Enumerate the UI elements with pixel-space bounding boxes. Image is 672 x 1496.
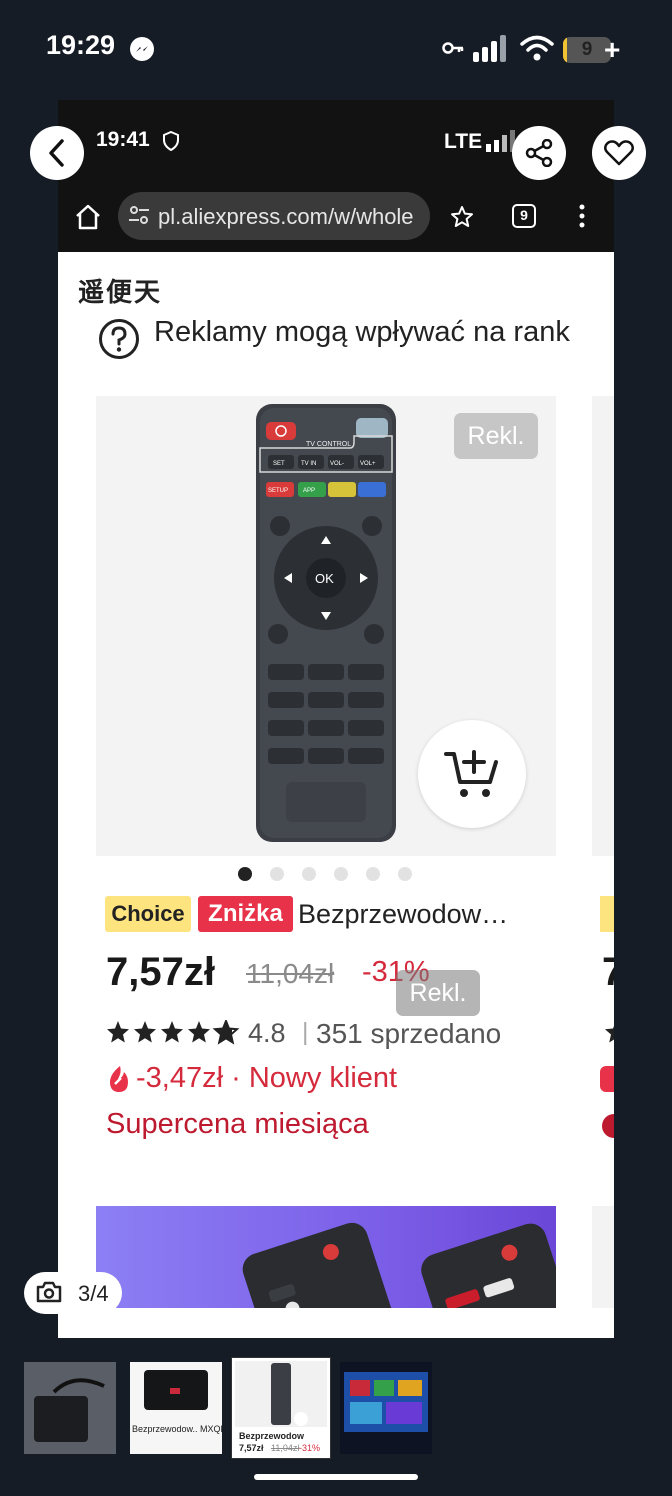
tabs-count-icon[interactable]: 9	[512, 204, 536, 228]
home-gesture-bar	[254, 1474, 418, 1480]
remote-setup-label: SETUP	[268, 488, 288, 494]
tv-box-listing	[144, 1370, 208, 1410]
next-product-image[interactable]	[96, 1206, 556, 1308]
remote-volplus-label: VOL+	[360, 461, 376, 467]
rating-separator: |	[302, 1018, 309, 1046]
new-customer-coupon: -3,47zł · Nowy klient	[136, 1062, 398, 1094]
original-price: 11,04zł	[246, 958, 335, 989]
url-text: pl.aliexpress.com/w/whole	[158, 204, 414, 229]
remote-control-image: TV CONTROL SET TV IN VOL- VOL+ SETUP APP	[256, 404, 396, 842]
next-product-image[interactable]	[592, 396, 614, 856]
thumbnail-1[interactable]	[24, 1362, 116, 1454]
search-results: Reklamy mogą wpływać na rank TV CONTROL …	[58, 252, 614, 1338]
camera-icon	[36, 1281, 62, 1303]
remote-tv-control-label: TV CONTROL	[306, 441, 351, 448]
share-button[interactable]	[512, 126, 566, 180]
carousel-dot[interactable]	[238, 867, 252, 881]
thumbnail-2[interactable]: Bezprzewodow.. MXQPRO 4K...	[130, 1362, 222, 1454]
ad-badge: Rekl.	[396, 970, 480, 1016]
product-screenshot: 19:41 LTE pl.aliexpress.com/w/whole 9 Re…	[58, 100, 614, 1338]
cart-plus-icon	[444, 750, 498, 797]
signal-icon	[473, 35, 506, 62]
carousel-dot[interactable]	[270, 867, 284, 881]
favorite-button[interactable]	[592, 126, 646, 180]
thumbnail-3-discount: -31%	[299, 1443, 321, 1453]
inner-status-time: 19:41	[96, 128, 150, 151]
next-product-badge	[600, 896, 614, 932]
address-bar[interactable]: pl.aliexpress.com/w/whole	[118, 192, 430, 240]
image-counter: 3/4	[24, 1272, 122, 1314]
ad-badge: Rekl.	[454, 413, 538, 459]
sold-count: 351 sprzedano	[316, 1018, 502, 1049]
image-counter-text: 3/4	[78, 1281, 109, 1306]
messenger-icon	[130, 37, 154, 61]
product-title[interactable]: Bezprzewodow…	[298, 896, 508, 932]
shield-icon	[163, 131, 179, 151]
remote-ok-label: OK	[315, 571, 334, 586]
tv-box-photo	[24, 1362, 116, 1454]
back-button[interactable]	[30, 126, 84, 180]
thumbnail-4[interactable]	[340, 1362, 432, 1454]
image-carousel-dots	[238, 867, 418, 883]
help-icon[interactable]	[98, 318, 140, 360]
home-icon[interactable]	[74, 204, 102, 230]
inner-network-type: LTE	[444, 130, 483, 153]
rating-stars-icon	[107, 1020, 238, 1044]
wifi-icon	[520, 35, 554, 61]
thumbnail-3-old-price: 11,04zł	[271, 1443, 300, 1453]
carousel-dot[interactable]	[398, 867, 412, 881]
remote-tvin-label: TV IN	[301, 461, 316, 467]
tv-screen-photo	[340, 1362, 432, 1454]
remote-volminus-label: VOL-	[330, 461, 344, 467]
charging-icon: +	[604, 34, 621, 65]
monthly-deal-label: Supercena miesiąca	[106, 1108, 369, 1140]
thumbnail-3[interactable]: Bezprzewodow 7,57zł 11,04zł -31%	[231, 1357, 331, 1459]
product-price: 7,57zł	[106, 950, 215, 994]
remote-set-label: SET	[273, 461, 285, 467]
add-to-cart-button[interactable]	[418, 720, 526, 828]
carousel-dot[interactable]	[366, 867, 380, 881]
coupon-flame-icon	[110, 1066, 128, 1092]
rating-value: 4.8	[248, 1018, 286, 1048]
next-product-star-icon	[605, 1026, 614, 1043]
choice-badge: Choice	[105, 896, 191, 932]
ads-notice: Reklamy mogą wpływać na rank	[154, 316, 570, 348]
brand-logo: 遥便天	[78, 278, 163, 308]
share-icon	[525, 139, 553, 167]
thumbnail-3-price: 7,57zł	[239, 1443, 264, 1453]
thumbnail-3-title: Bezprzewodow	[239, 1431, 305, 1441]
next-product-deal-icon	[602, 1114, 614, 1138]
carousel-dot[interactable]	[302, 867, 316, 881]
bookmark-star-icon[interactable]	[450, 205, 474, 229]
status-time: 19:29	[46, 30, 116, 60]
thumbnail-2-caption: Bezprzewodow.. MXQPRO 4K...	[132, 1424, 222, 1434]
remote-app-label: APP	[303, 488, 315, 494]
remote-banner-image	[242, 1222, 556, 1308]
chevron-left-icon	[49, 139, 64, 167]
next-product-image[interactable]	[592, 1206, 614, 1308]
site-settings-icon[interactable]	[128, 204, 150, 226]
next-product-price: 7	[602, 950, 614, 994]
key-icon	[442, 42, 464, 54]
discount-badge: Zniżka	[198, 896, 293, 932]
carousel-dot[interactable]	[334, 867, 348, 881]
next-product-coupon	[600, 1066, 614, 1092]
heart-icon	[604, 140, 634, 166]
more-menu-icon[interactable]	[578, 204, 586, 228]
